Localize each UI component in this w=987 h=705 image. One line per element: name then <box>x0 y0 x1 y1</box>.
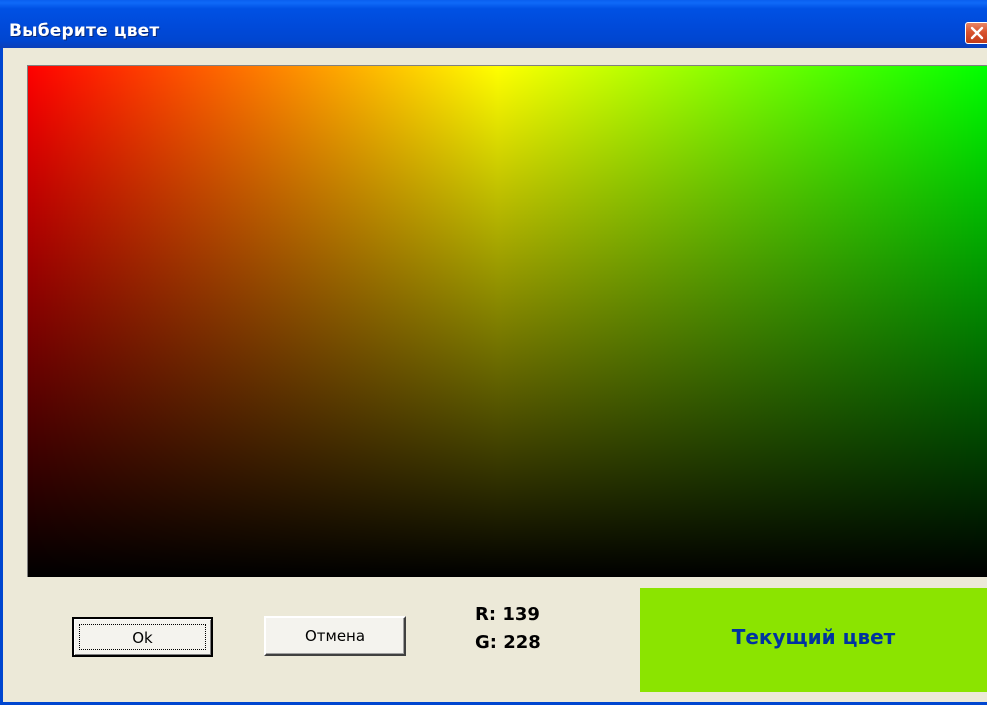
title-bar[interactable]: Выберите цвет <box>0 0 987 48</box>
rgb-readout: R: 139 G: 228 <box>475 601 541 657</box>
window-title: Выберите цвет <box>9 21 160 41</box>
current-color-swatch: Текущий цвет <box>640 588 987 692</box>
ok-button-label: Ok <box>79 624 206 650</box>
close-button[interactable] <box>965 22 987 44</box>
red-value: R: 139 <box>475 604 540 625</box>
ok-button[interactable]: Ok <box>72 617 213 657</box>
color-picker-window: Выберите цвет Ok Отмена R: 139 G: 228 Те… <box>0 0 987 705</box>
cancel-button[interactable]: Отмена <box>264 616 406 656</box>
window-frame-left <box>0 48 3 705</box>
current-color-label: Текущий цвет <box>731 625 896 649</box>
color-palette[interactable] <box>27 65 987 577</box>
green-value: G: 228 <box>475 632 541 653</box>
